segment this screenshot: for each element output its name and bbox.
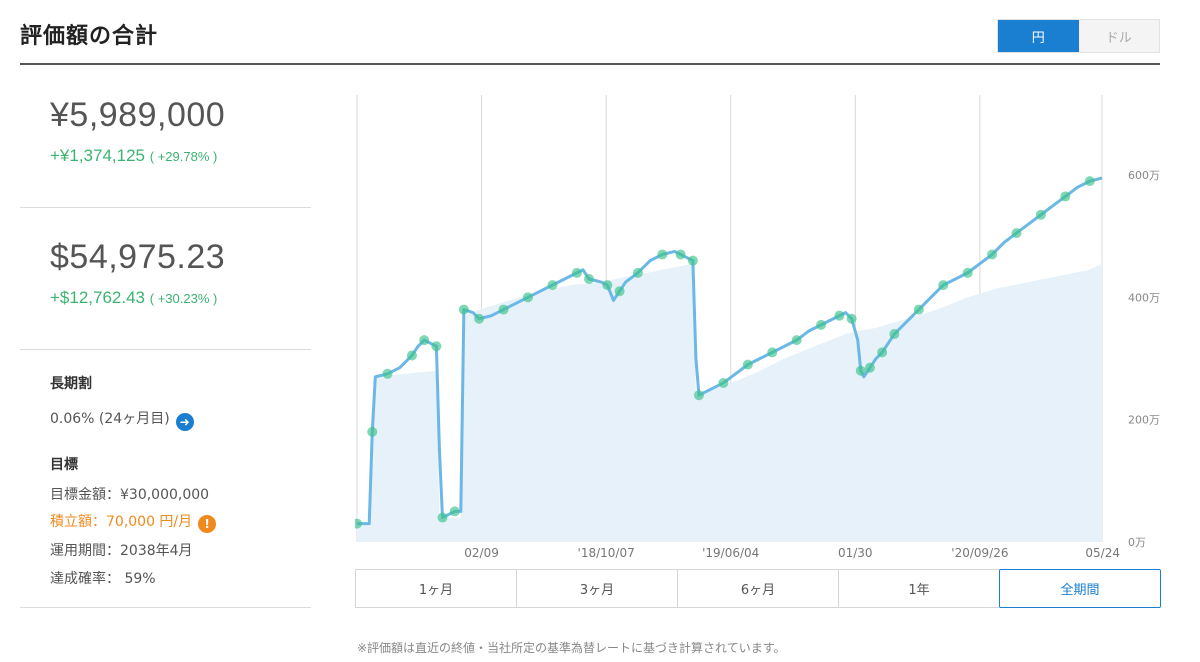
valuation-point-78 [1060,191,1071,202]
valuation-point-34 [632,267,643,278]
valuation-point-32 [614,286,625,297]
footnote: ※評価額は直近の終値・当社所定の基準為替レートに基づき計算されています。 [357,641,786,655]
valuation-chart-svg: 600万 400万 200万 0万 02/09 '18/10/07 '19/06/04 01/… [355,95,1160,560]
valuation-point-10 [431,341,442,352]
goal-title: 目標 [50,457,78,473]
valuation-point-80 [1084,176,1095,187]
yen-valuation-block: ¥5,989,000 +¥1,374,125 ( +29.78% ) [20,66,311,208]
usd-change-amount: +$12,762.43 [50,288,146,307]
range-tab-1y[interactable]: 1年 [838,569,1000,608]
usd-valuation-block: $54,975.23 +$12,762.43 ( +30.23% ) [20,208,311,350]
x-tick-label-3: 01/30 [838,546,873,560]
valuation-point-8 [419,335,430,346]
valuation-point-40 [687,255,698,266]
valuation-point-14 [449,506,460,517]
valuation-point-70 [962,267,973,278]
valuation-point-36 [657,249,668,260]
long-term-value: 0.06% (24ヶ月目) [50,411,170,427]
valuation-point-54 [834,310,845,321]
valuation-point-4 [382,368,393,379]
y-tick-label-3: 0万 [1128,536,1146,549]
x-tick-label-4: '20/09/26 [951,546,1008,560]
valuation-point-76 [1035,209,1046,220]
goal-probability: 達成確率： 59% [50,571,156,587]
principal-area [357,263,1102,542]
valuation-point-62 [877,347,888,358]
valuation-point-74 [1011,228,1022,239]
valuation-point-58 [855,365,866,376]
goal-monthly-line: 積立額：70,000 円/月! [50,511,217,533]
valuation-point-56 [846,313,857,324]
range-tab-1m[interactable]: 1ヶ月 [355,569,517,608]
usd-change: +$12,762.43 ( +30.23% ) [50,288,217,308]
yen-change-percent: ( +29.78% ) [149,149,218,164]
goal-amount: 目標金額：¥30,000,000 [50,487,210,503]
valuation-point-66 [913,304,924,315]
y-tick-label-0: 600万 [1128,169,1160,182]
currency-toggle: 円 ドル [997,19,1160,53]
valuation-point-52 [816,319,827,330]
valuation-point-22 [522,292,533,303]
valuation-point-46 [742,359,753,370]
valuation-point-16 [458,304,469,315]
valuation-point-18 [474,313,485,324]
currency-dollar-button[interactable]: ドル [1078,20,1159,52]
range-tab-6m[interactable]: 6ヶ月 [677,569,839,608]
valuation-point-28 [584,273,595,284]
valuation-point-50 [791,335,802,346]
valuation-point-60 [864,362,875,373]
usd-change-percent: ( +30.23% ) [149,291,218,306]
goal-period: 運用期間：2038年4月 [50,543,193,559]
valuation-point-64 [889,329,900,340]
x-tick-label-0: 02/09 [464,546,499,560]
summary-bottom-divider [20,607,311,608]
valuation-point-42 [693,390,704,401]
long-term-title: 長期割 [50,376,92,392]
valuation-point-38 [675,249,686,260]
valuation-point-72 [987,249,998,260]
goal-monthly: 積立額：70,000 円/月 [50,514,193,530]
long-term-line: 0.06% (24ヶ月目) ➜ [50,408,194,431]
arrow-right-icon[interactable]: ➜ [175,413,194,431]
page-title: 評価額の合計 [20,24,159,49]
yen-change-amount: +¥1,374,125 [50,146,146,165]
valuation-point-48 [767,347,778,358]
usd-total-value: $54,975.23 [50,238,226,276]
warning-icon[interactable]: ! [198,515,217,533]
x-tick-label-2: '19/06/04 [702,546,759,560]
header-divider [20,63,1160,65]
valuation-point-24 [547,280,558,291]
valuation-point-44 [718,377,729,388]
yen-total-value: ¥5,989,000 [50,96,226,134]
y-tick-label-2: 200万 [1128,414,1160,427]
valuation-point-12 [437,512,448,523]
valuation-point-2 [367,426,378,437]
x-tick-label-1: '18/10/07 [578,546,635,560]
currency-yen-button[interactable]: 円 [998,20,1079,52]
range-tab-3m[interactable]: 3ヶ月 [516,569,678,608]
valuation-point-20 [498,304,509,315]
range-tab-all[interactable]: 全期間 [999,569,1161,608]
valuation-point-68 [938,280,949,291]
yen-change: +¥1,374,125 ( +29.78% ) [50,146,217,166]
range-tabs: 1ヶ月 3ヶ月 6ヶ月 1年 全期間 [355,569,1161,608]
valuation-point-26 [571,267,582,278]
y-tick-label-1: 400万 [1128,291,1160,304]
valuation-point-6 [406,350,417,361]
x-tick-label-5: 05/24 [1085,546,1120,560]
valuation-chart: 600万 400万 200万 0万 02/09 '18/10/07 '19/06/04 01/… [355,90,1165,565]
valuation-point-30 [602,280,613,291]
